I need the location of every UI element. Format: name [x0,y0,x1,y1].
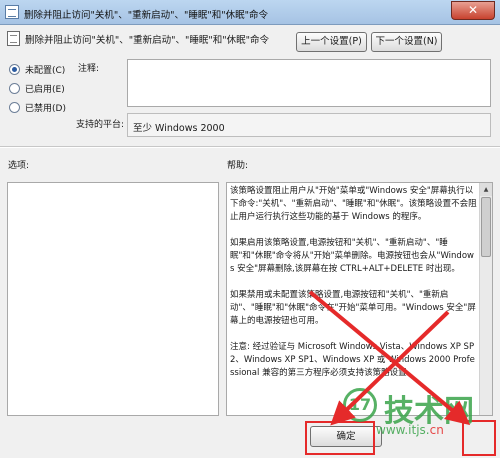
arrow-to-corner [308,290,471,426]
annotation-arrows [308,290,471,426]
